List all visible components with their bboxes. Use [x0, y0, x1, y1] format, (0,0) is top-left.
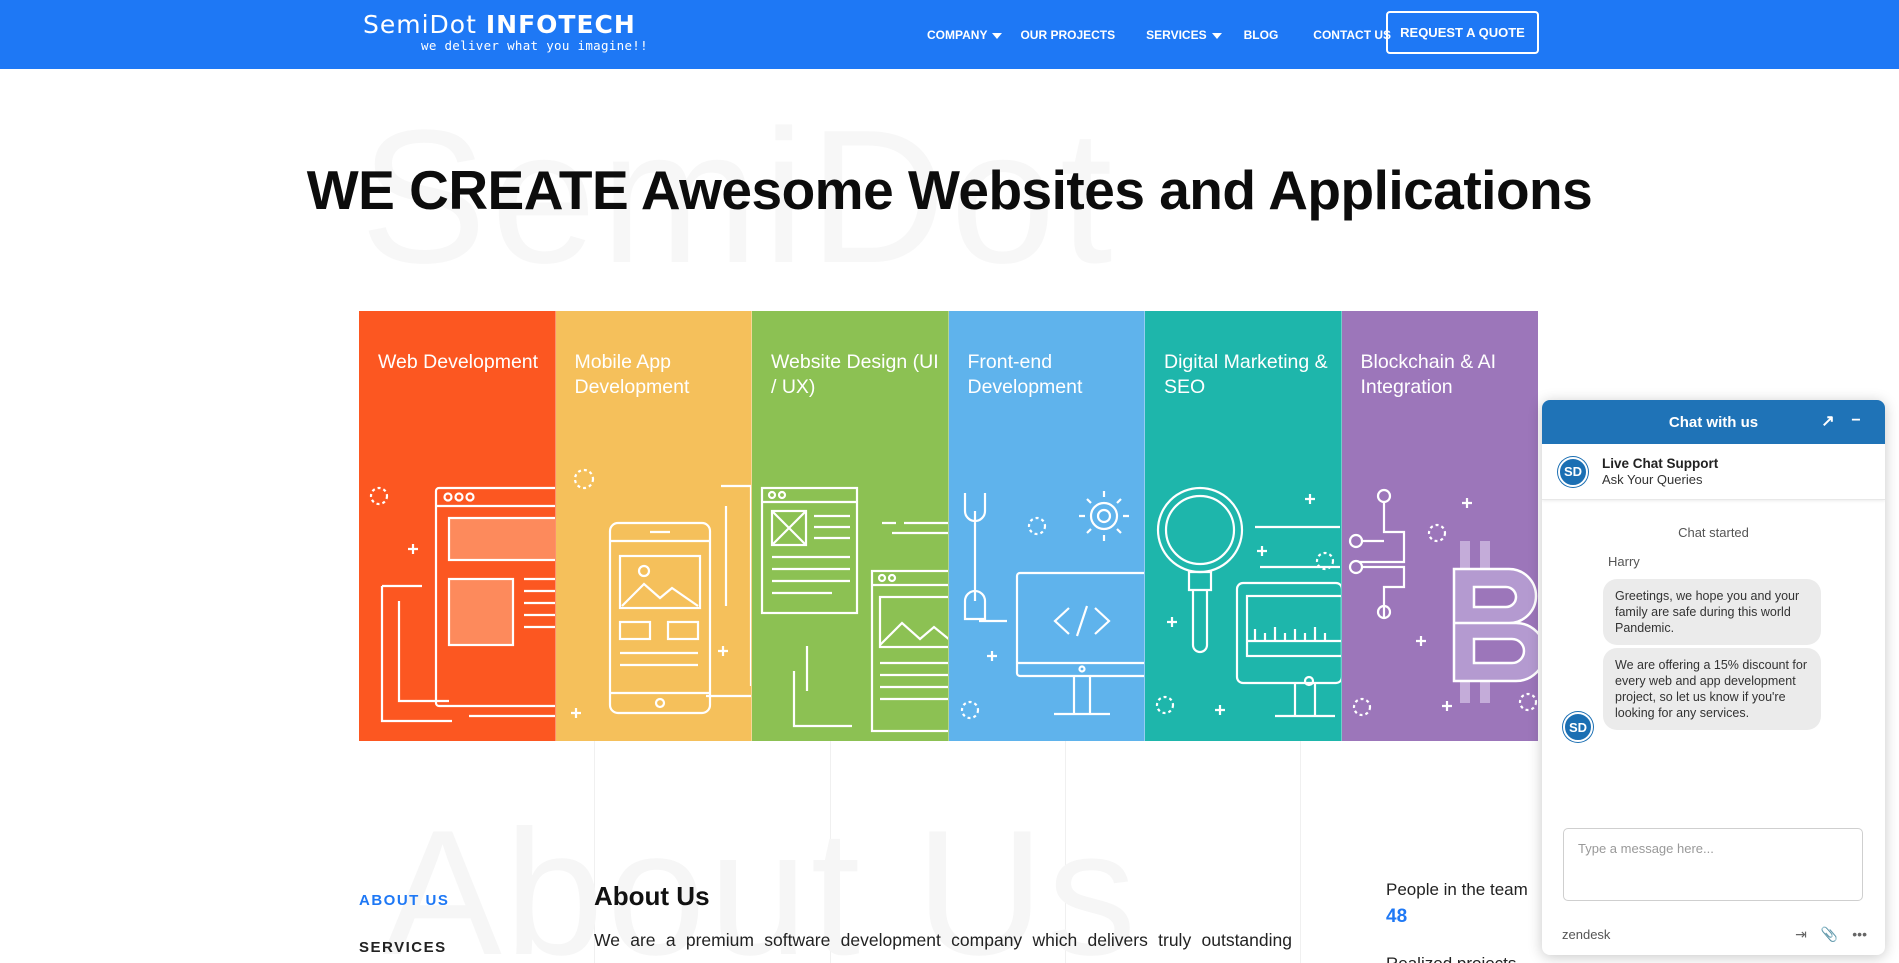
nav-item-company[interactable]: COMPANY: [927, 27, 1003, 42]
logo-tagline: we deliver what you imagine!!: [421, 38, 648, 53]
service-card-web-development[interactable]: Web Development: [359, 311, 556, 741]
front-end-icon: [960, 491, 1145, 720]
chat-header: Chat with us ↗ −: [1542, 400, 1885, 444]
web-development-icon: [369, 486, 555, 723]
brand-logo[interactable]: SemiDot INFOTECH we deliver what you ima…: [363, 10, 648, 53]
agent-title: Live Chat Support: [1602, 456, 1719, 471]
nav-item-contact-us[interactable]: CONTACT US: [1313, 28, 1391, 42]
magnifier-icon: [1155, 486, 1341, 718]
popout-icon[interactable]: ↗: [1817, 410, 1839, 432]
stat-projects-label: Realized projects: [1386, 954, 1516, 963]
request-quote-button[interactable]: REQUEST A QUOTE: [1386, 11, 1539, 54]
about-heading: About Us: [594, 881, 710, 911]
nav-item-our-projects[interactable]: OUR PROJECTS: [1020, 28, 1115, 42]
more-options-icon[interactable]: •••: [1852, 926, 1867, 943]
nav-label: COMPANY: [927, 27, 988, 42]
about-paragraph: We are a premium software development co…: [594, 930, 1292, 950]
chat-status: Chat started: [1678, 525, 1749, 540]
nav-label: BLOG: [1243, 27, 1279, 42]
logo-name-light: SemiDot: [363, 10, 477, 39]
paperclip-icon[interactable]: 📎: [1821, 926, 1838, 943]
service-card-website-design[interactable]: Website Design (UI / UX): [752, 311, 949, 741]
chat-widget: Chat with us ↗ − SD Live Chat Support As…: [1542, 400, 1885, 955]
stat-team-value: 48: [1386, 906, 1408, 927]
chat-message: We are offering a 15% discount for every…: [1603, 648, 1821, 730]
service-card-mobile-app[interactable]: Mobile App Development: [555, 311, 752, 741]
side-link-services[interactable]: SERVICES: [359, 939, 447, 956]
chevron-down-icon: [1211, 32, 1222, 39]
message-input[interactable]: [1563, 828, 1863, 901]
agent-subtitle: Ask Your Queries: [1602, 472, 1703, 487]
chat-header-title: Chat with us: [1668, 413, 1759, 431]
agent-info: Live Chat Support Ask Your Queries: [1602, 456, 1718, 487]
agent-avatar: SD: [1558, 456, 1588, 487]
chat-footer-actions: ⇥ 📎 •••: [1795, 926, 1867, 943]
zendesk-brand: zendesk: [1562, 926, 1611, 942]
logo-wordmark: SemiDot INFOTECH: [363, 10, 635, 39]
logo-name-bold: INFOTECH: [485, 10, 636, 39]
side-link-about-us[interactable]: ABOUT US: [359, 892, 449, 909]
chat-agent-bar: SD Live Chat Support Ask Your Queries: [1542, 444, 1885, 500]
top-navbar: SemiDot INFOTECH we deliver what you ima…: [0, 0, 1899, 69]
website-design-icon: [760, 486, 948, 733]
nav-label: SERVICES: [1146, 27, 1207, 42]
main-nav: COMPANY OUR PROJECTS SERVICES BLOG CONTA…: [927, 0, 1391, 69]
page: SemiDot INFOTECH we deliver what you ima…: [0, 0, 1899, 963]
chat-message: Greetings, we hope you and your family a…: [1603, 579, 1821, 645]
nav-item-blog[interactable]: BLOG: [1244, 28, 1279, 42]
message-avatar: SD: [1563, 712, 1593, 742]
chat-footer: zendesk ⇥ 📎 •••: [1562, 924, 1867, 944]
hero-title-text: WE CREATE Awesome Websites and Applicati…: [306, 159, 1593, 221]
minimize-icon[interactable]: −: [1845, 410, 1867, 432]
grid-line: [1300, 741, 1301, 963]
nav-label: OUR PROJECTS: [1020, 27, 1116, 42]
service-card-blockchain[interactable]: Blockchain & AI Integration: [1341, 311, 1538, 741]
services-cards: Web Development Mobile App Development W…: [359, 311, 1538, 741]
hero-title: WE CREATE Awesome Websites and Applicati…: [0, 158, 1899, 222]
stat-team-label: People in the team: [1386, 880, 1528, 899]
nav-item-services[interactable]: SERVICES: [1146, 27, 1222, 42]
bitcoin-icon: [1348, 488, 1538, 717]
agent-name-label: Harry: [1608, 554, 1640, 569]
nav-label: CONTACT US: [1313, 27, 1392, 42]
chevron-down-icon: [992, 32, 1003, 39]
service-card-front-end[interactable]: Front-end Development: [948, 311, 1145, 741]
service-card-digital-marketing[interactable]: Digital Marketing & SEO: [1145, 311, 1342, 741]
mobile-app-icon: [570, 468, 752, 718]
end-chat-icon[interactable]: ⇥: [1795, 926, 1807, 943]
